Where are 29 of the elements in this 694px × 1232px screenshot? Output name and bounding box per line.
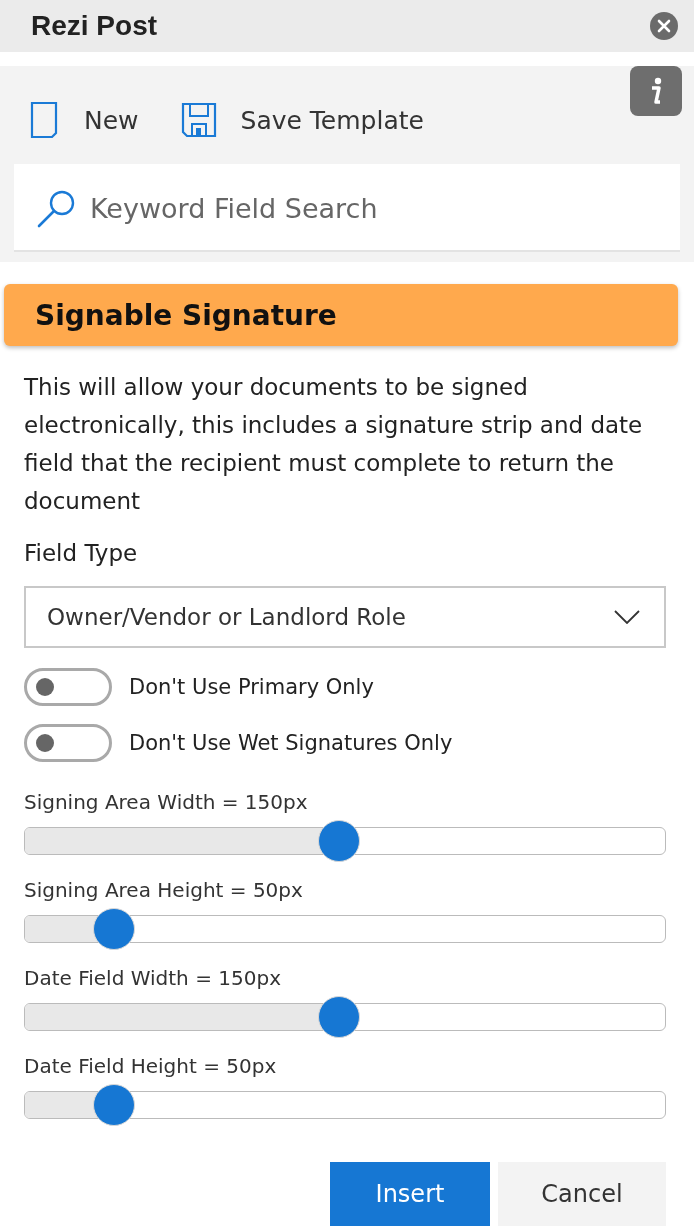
slider-label: Signing Area Height = 50px xyxy=(24,877,304,904)
toolbar-label[interactable]: New xyxy=(84,105,139,135)
slider-track[interactable] xyxy=(24,1003,666,1031)
info-button[interactable] xyxy=(630,66,682,116)
save-icon[interactable] xyxy=(180,102,217,138)
slider-track[interactable] xyxy=(24,827,666,855)
close-icon[interactable] xyxy=(650,12,678,40)
slider-label: Signing Area Width = 150px xyxy=(24,789,309,816)
toolbar-label[interactable]: Save Template xyxy=(240,105,424,135)
search-field[interactable]: Keyword Field Search xyxy=(14,164,680,252)
slider-thumb[interactable] xyxy=(317,820,360,862)
toggle-label: Don't Use Wet Signatures Only xyxy=(129,731,453,755)
slider-thumb[interactable] xyxy=(92,1084,135,1126)
slider-thumb[interactable] xyxy=(92,908,135,950)
description-text: This will allow your documents to be signed electronically, this includes a signature strip and date field that the recipient must complete to return the document xyxy=(24,373,644,516)
field-label: Field Type xyxy=(24,539,139,568)
toggle-switch[interactable] xyxy=(24,668,112,706)
cancel-button[interactable]: Cancel xyxy=(498,1162,666,1226)
document-icon[interactable] xyxy=(30,101,60,139)
section-header: Signable Signature xyxy=(4,284,678,346)
slider-label: Date Field Height = 50px xyxy=(24,1053,278,1080)
slider-label: Date Field Width = 150px xyxy=(24,965,282,992)
window-title: Rezi Post xyxy=(31,10,158,42)
field-type-dropdown[interactable]: Owner/Vendor or Landlord Role xyxy=(24,586,666,648)
chevron-down-icon xyxy=(614,610,640,624)
toggle-label: Don't Use Primary Only xyxy=(129,675,374,699)
slider-thumb[interactable] xyxy=(317,996,360,1038)
toggle-switch[interactable] xyxy=(24,724,112,762)
insert-button[interactable]: Insert xyxy=(330,1162,490,1226)
